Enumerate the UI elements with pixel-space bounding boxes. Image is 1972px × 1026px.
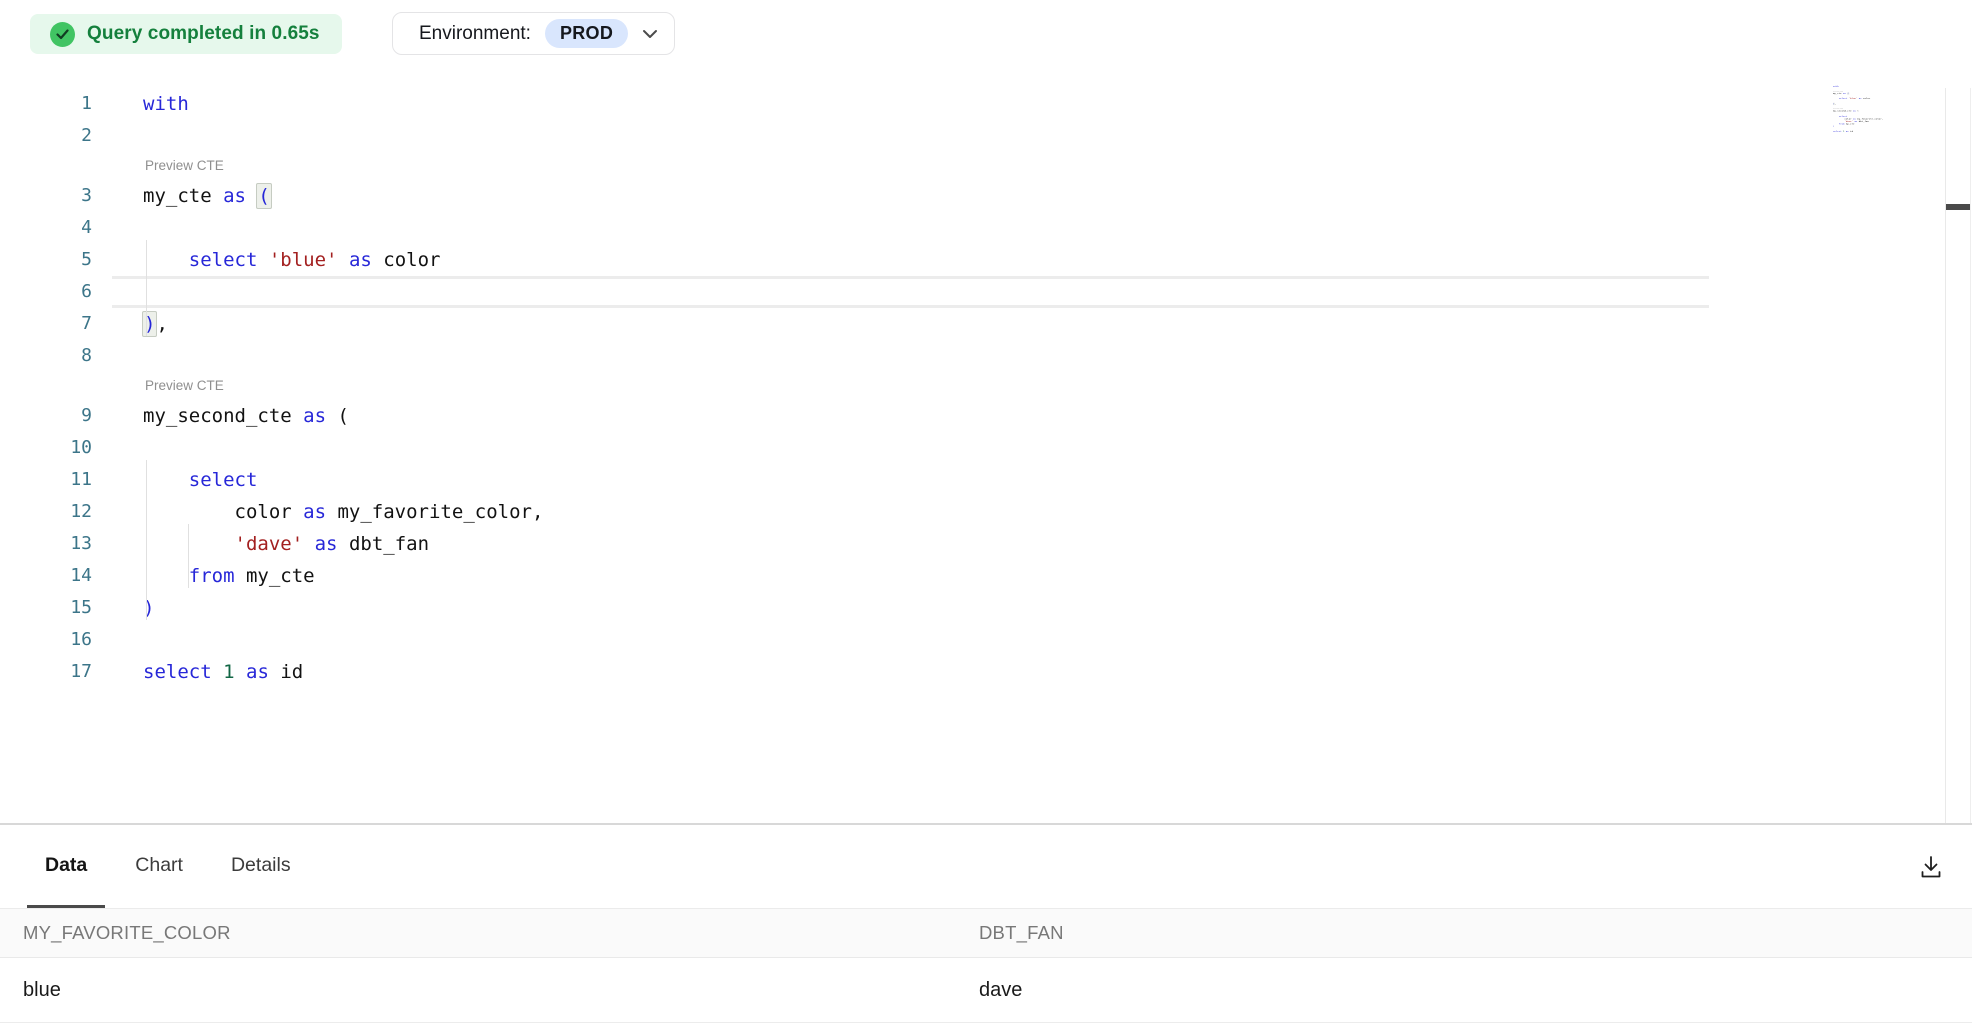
line-number: 3 [0, 180, 92, 212]
editor-minimap[interactable]: withPreview CTEmy_cte as ( select 'blue'… [1833, 85, 1943, 205]
check-circle-icon [50, 22, 75, 47]
line-number: 8 [0, 340, 92, 372]
line-number: 4 [0, 212, 92, 244]
line-number: 16 [0, 624, 92, 656]
chevron-down-icon [642, 29, 658, 39]
code-line[interactable]: 10 [0, 432, 1810, 464]
download-icon [1918, 854, 1944, 880]
code-line[interactable]: 13 'dave' as dbt_fan [0, 528, 1810, 560]
code-text: select 'blue' as color [143, 244, 440, 276]
line-number: 5 [0, 244, 92, 276]
tab-details[interactable]: Details [213, 825, 309, 908]
results-panel: DataChartDetails MY_FAVORITE_COLORDBT_FA… [0, 825, 1972, 1026]
indent-guide [146, 240, 147, 336]
preview-cte-label: Preview CTE [145, 152, 224, 180]
preview-cte-label: Preview CTE [145, 372, 224, 400]
environment-dropdown[interactable]: Environment: PROD [392, 12, 675, 55]
line-number: 2 [0, 120, 92, 152]
code-text: 'dave' as dbt_fan [143, 528, 429, 560]
code-line[interactable]: 2 [0, 120, 1810, 152]
line-number: 17 [0, 656, 92, 688]
scrollbar-thumb[interactable] [1946, 204, 1970, 210]
code-line[interactable]: 17 select 1 as id [0, 656, 1810, 688]
line-number: 12 [0, 496, 92, 528]
code-text: with [143, 88, 189, 120]
line-number: 13 [0, 528, 92, 560]
table-cell: blue [0, 979, 956, 1002]
code-text: select 1 as id [143, 656, 303, 688]
code-line[interactable]: 14 from my_cte [0, 560, 1810, 592]
code-text: select [143, 464, 257, 496]
code-line[interactable]: 9 my_second_cte as ( [0, 400, 1810, 432]
code-text: my_second_cte as ( [143, 400, 349, 432]
line-number: 15 [0, 592, 92, 624]
environment-value-badge: PROD [545, 19, 628, 48]
code-line[interactable]: 3 my_cte as ( [0, 180, 1810, 212]
code-line[interactable]: 1 with [0, 88, 1810, 120]
code-area[interactable]: 1 with 2 Preview CTE 3 my_cte as ( 45 select '… [0, 88, 1810, 688]
code-text: ) [143, 592, 154, 624]
download-button[interactable] [1913, 849, 1949, 885]
query-status-text: Query completed in 0.65s [87, 23, 320, 45]
query-status-badge: Query completed in 0.65s [30, 14, 342, 54]
environment-label: Environment: [419, 23, 531, 45]
results-tab-bar: DataChartDetails [0, 825, 1972, 908]
line-number: 9 [0, 400, 92, 432]
status-bar: Query completed in 0.65s Environment: PR… [0, 0, 1972, 60]
column-header: DBT_FAN [956, 922, 1912, 944]
column-header: MY_FAVORITE_COLOR [0, 922, 956, 944]
line-number: 11 [0, 464, 92, 496]
code-text: color as my_favorite_color, [143, 496, 543, 528]
line-number: 10 [0, 432, 92, 464]
results-table-header: MY_FAVORITE_COLORDBT_FAN [0, 908, 1972, 958]
line-number: 7 [0, 308, 92, 340]
table-row: bluedave [0, 959, 1972, 1023]
indent-guide [188, 524, 189, 588]
code-line[interactable]: 7), [0, 308, 1810, 340]
code-line[interactable]: 5 select 'blue' as color [0, 244, 1810, 276]
code-line[interactable]: 8 [0, 340, 1810, 372]
code-text: select 1 as id [1833, 130, 1853, 133]
code-line[interactable]: 15) [0, 592, 1810, 624]
code-line[interactable]: select 1 as id [1833, 130, 1943, 133]
code-line[interactable]: 12 color as my_favorite_color, [0, 496, 1810, 528]
sql-editor[interactable]: 1 with 2 Preview CTE 3 my_cte as ( 45 select '… [0, 60, 1972, 823]
code-text: from my_cte [143, 560, 315, 592]
table-cell: dave [956, 979, 1912, 1002]
code-line[interactable]: 6 [0, 276, 1810, 308]
editor-scrollbar[interactable] [1945, 88, 1971, 823]
code-line[interactable]: 4 [0, 212, 1810, 244]
code-text: my_cte as ( [143, 180, 271, 212]
line-number: 6 [0, 276, 92, 308]
code-line[interactable]: 11 select [0, 464, 1810, 496]
line-number: 1 [0, 88, 92, 120]
tab-chart[interactable]: Chart [117, 825, 201, 908]
code-line[interactable]: 16 [0, 624, 1810, 656]
tab-data[interactable]: Data [27, 825, 105, 908]
indent-guide [146, 460, 147, 620]
line-number: 14 [0, 560, 92, 592]
